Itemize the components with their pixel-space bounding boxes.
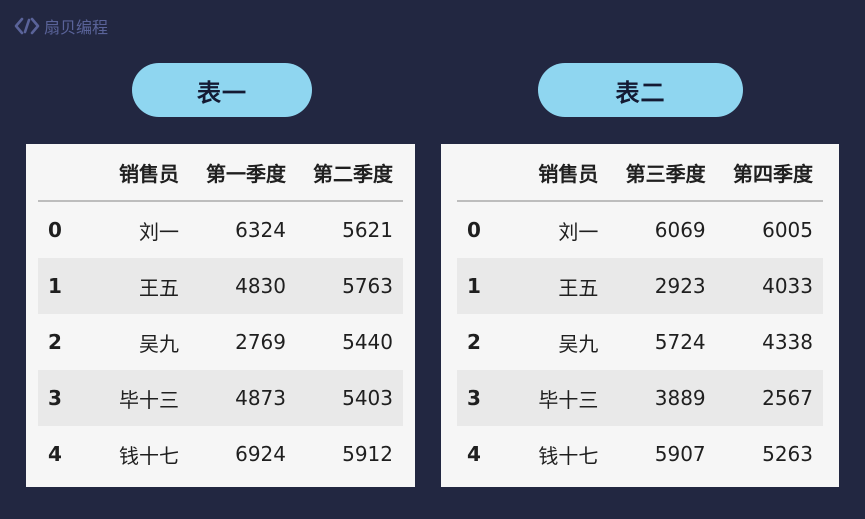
- table-row: 2 吴九 5724 4338: [457, 314, 823, 370]
- value-cell: 2567: [762, 386, 813, 410]
- row-index: 0: [467, 218, 481, 242]
- column-header-q4: 第四季度: [715, 144, 823, 202]
- table-1: 销售员 第一季度 第二季度 0 刘一 6324 5621 1 王五 4830 5…: [38, 144, 403, 482]
- table-1-title: 表一: [132, 63, 312, 117]
- table-header-row: 销售员 第三季度 第四季度: [457, 144, 823, 202]
- value-cell: 5403: [342, 386, 393, 410]
- value-cell: 4873: [235, 386, 286, 410]
- salesperson-cell: 刘一: [139, 219, 179, 244]
- value-cell: 2923: [654, 274, 706, 298]
- value-cell: 5907: [654, 442, 706, 466]
- value-cell: 5263: [762, 442, 813, 466]
- table-2: 销售员 第三季度 第四季度 0 刘一 6069 6005 1 王五 2923 4…: [457, 144, 823, 482]
- value-cell: 3889: [654, 386, 706, 410]
- column-header-salesperson: 销售员: [501, 144, 609, 202]
- table-row: 0 刘一 6324 5621: [38, 201, 403, 258]
- salesperson-cell: 吴九: [558, 331, 599, 356]
- salesperson-cell: 毕十三: [538, 387, 599, 412]
- brand-name: 扇贝编程: [44, 18, 109, 37]
- value-cell: 4830: [235, 274, 286, 298]
- value-cell: 6924: [235, 442, 286, 466]
- row-index: 4: [467, 442, 481, 466]
- value-cell: 4033: [762, 274, 813, 298]
- value-cell: 6005: [762, 218, 813, 242]
- table-row: 3 毕十三 3889 2567: [457, 370, 823, 426]
- salesperson-cell: 钱十七: [538, 443, 599, 468]
- value-cell: 5763: [342, 274, 393, 298]
- table-2-title: 表二: [538, 63, 743, 117]
- value-cell: 5621: [342, 218, 393, 242]
- value-cell: 6324: [235, 218, 286, 242]
- table-row: 4 钱十七 6924 5912: [38, 426, 403, 482]
- value-cell: 6069: [654, 218, 706, 242]
- row-index: 3: [467, 386, 481, 410]
- brand-logo: 扇贝编程: [14, 14, 108, 38]
- salesperson-cell: 毕十三: [119, 387, 179, 412]
- column-header-index: [457, 144, 501, 202]
- salesperson-cell: 王五: [558, 275, 599, 300]
- salesperson-cell: 钱十七: [119, 443, 179, 468]
- table-row: 4 钱十七 5907 5263: [457, 426, 823, 482]
- table-header-row: 销售员 第一季度 第二季度: [38, 144, 403, 202]
- value-cell: 5440: [342, 330, 393, 354]
- table-row: 1 王五 4830 5763: [38, 258, 403, 314]
- row-index: 2: [48, 330, 62, 354]
- code-bracket-logo-icon: [14, 17, 40, 35]
- value-cell: 5724: [654, 330, 706, 354]
- row-index: 3: [48, 386, 62, 410]
- salesperson-cell: 刘一: [558, 219, 599, 244]
- column-header-q1: 第一季度: [189, 144, 296, 202]
- row-index: 0: [48, 218, 62, 242]
- table-2-panel: 销售员 第三季度 第四季度 0 刘一 6069 6005 1 王五 2923 4…: [441, 144, 839, 487]
- table-1-panel: 销售员 第一季度 第二季度 0 刘一 6324 5621 1 王五 4830 5…: [26, 144, 415, 487]
- table-row: 0 刘一 6069 6005: [457, 201, 823, 258]
- salesperson-cell: 吴九: [139, 331, 179, 356]
- row-index: 1: [48, 274, 62, 298]
- column-header-index: [38, 144, 82, 202]
- column-header-salesperson: 销售员: [82, 144, 189, 202]
- value-cell: 2769: [235, 330, 286, 354]
- column-header-q2: 第二季度: [296, 144, 403, 202]
- value-cell: 5912: [342, 442, 393, 466]
- row-index: 2: [467, 330, 481, 354]
- column-header-q3: 第三季度: [608, 144, 716, 202]
- row-index: 4: [48, 442, 62, 466]
- table-row: 3 毕十三 4873 5403: [38, 370, 403, 426]
- row-index: 1: [467, 274, 481, 298]
- value-cell: 4338: [762, 330, 813, 354]
- table-row: 2 吴九 2769 5440: [38, 314, 403, 370]
- salesperson-cell: 王五: [139, 275, 179, 300]
- table-row: 1 王五 2923 4033: [457, 258, 823, 314]
